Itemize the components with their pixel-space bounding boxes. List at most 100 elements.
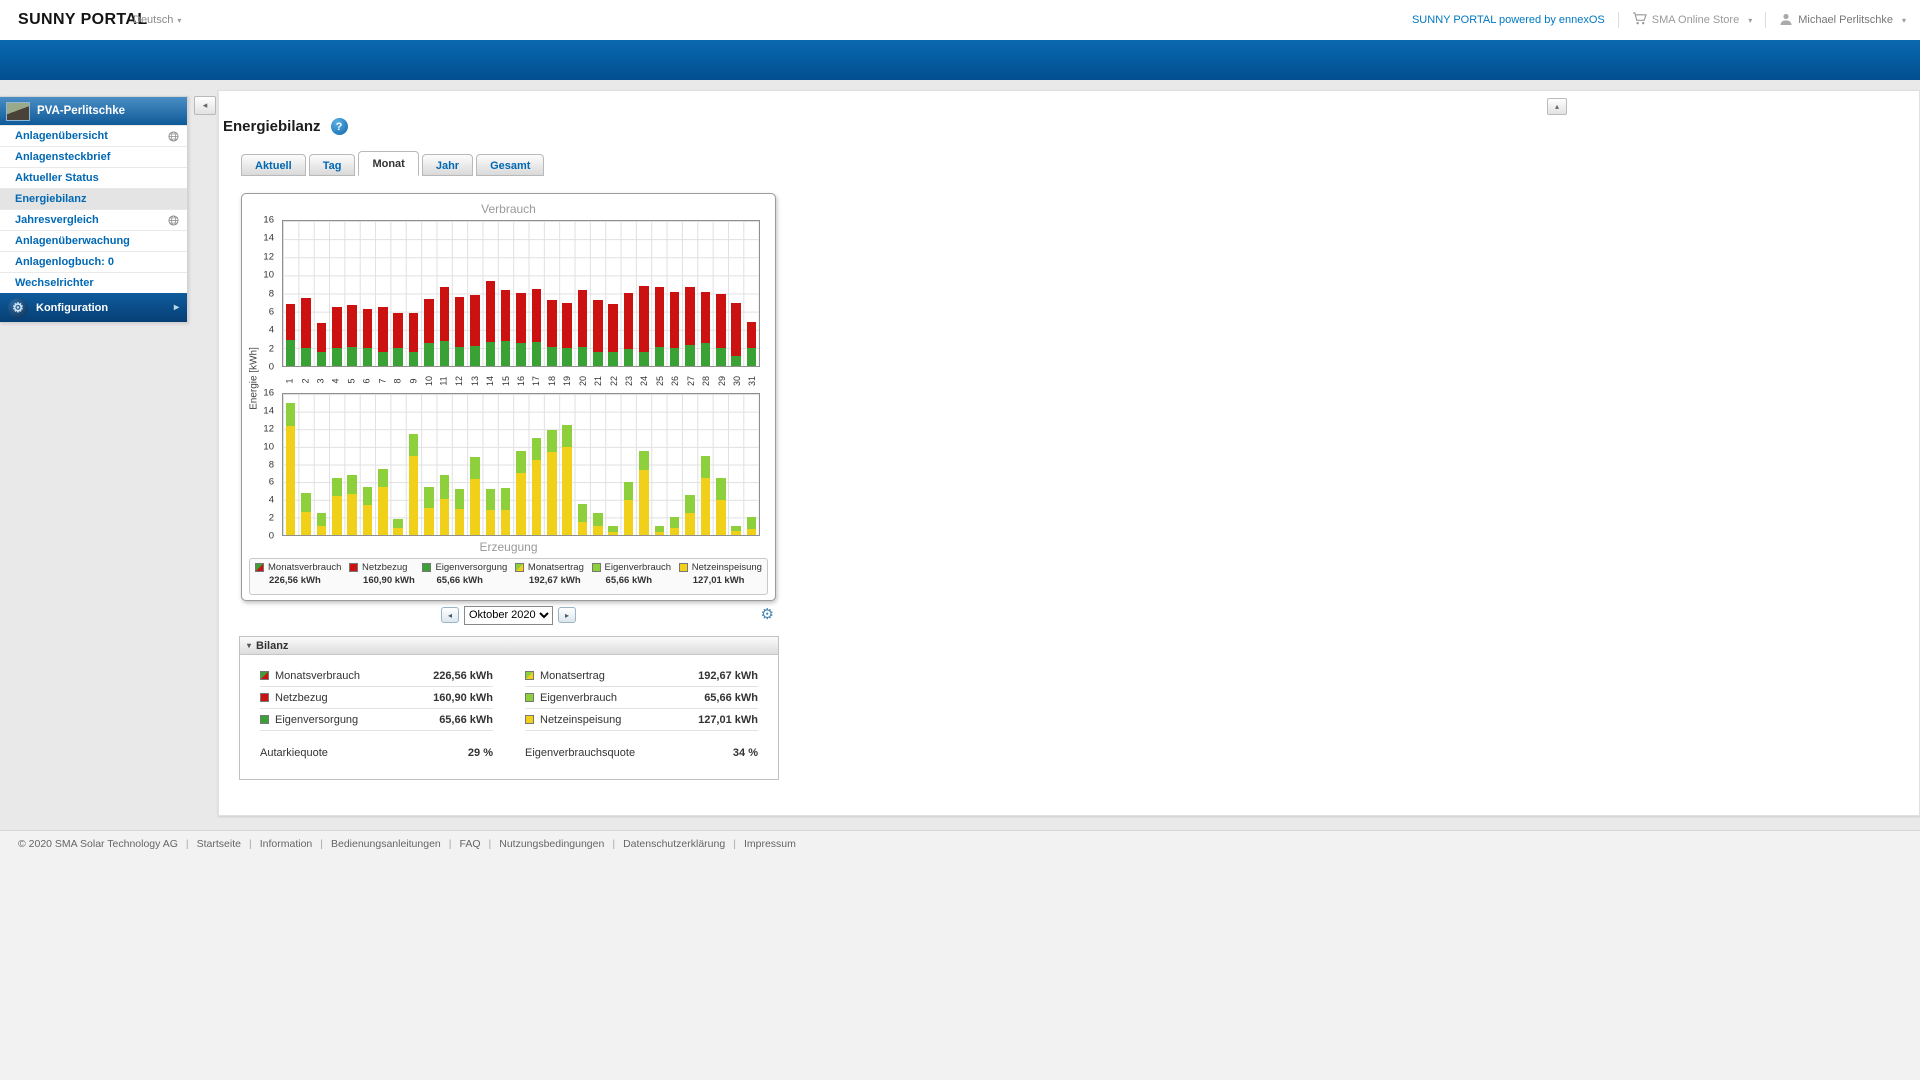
x-tick-label: 31 [747, 375, 758, 386]
period-tabs: Aktuell Tag Monat Jahr Gesamt [241, 143, 545, 176]
footer-link-information[interactable]: Information [260, 838, 313, 850]
x-tick-label: 6 [361, 377, 372, 384]
bar-segment-eigenversorgung [439, 340, 450, 366]
bar-segment-netzbezug [608, 304, 618, 353]
language-selector[interactable]: Deutsch ▾ [133, 0, 181, 41]
sidebar-menu: Anlagenübersicht Anlagensteckbrief Aktuell… [0, 125, 187, 293]
tab-gesamt[interactable]: Gesamt [476, 154, 545, 176]
bar-day-11 [437, 394, 452, 535]
sidebar-item-label: Anlagensteckbrief [15, 151, 111, 163]
month-select[interactable]: Oktober 2020 [464, 605, 553, 625]
sidebar-item-jahresvergleich[interactable]: Jahresvergleich [0, 209, 187, 230]
bar-day-30 [728, 221, 743, 366]
next-month-button[interactable]: ▸ [558, 607, 576, 623]
bar-segment-eigenverbrauch [715, 477, 726, 500]
bilanz-label: Monatsertrag [540, 669, 605, 682]
footer-link-bedienungsanleitungen[interactable]: Bedienungsanleitungen [331, 838, 441, 850]
bilanz-quote-autarkiequote: Autarkiequote 29 % [260, 743, 493, 763]
collapse-triangle-icon: ▾ [247, 641, 252, 650]
sidebar-collapse-button[interactable]: ◂ [194, 96, 216, 115]
user-menu[interactable]: Michael Perlitschke ▾ [1779, 12, 1906, 29]
x-tick-label: 16 [516, 375, 527, 386]
sidebar-item-anlagen-bersicht[interactable]: Anlagenübersicht [0, 125, 187, 146]
user-icon [1779, 12, 1793, 29]
legend-name: Netzbezug [362, 562, 408, 573]
sidebar-item-energiebilanz[interactable]: Energiebilanz [0, 188, 187, 209]
bar-segment-netzeinspeisung [593, 526, 603, 535]
help-icon[interactable]: ? [330, 118, 348, 135]
scroll-top-button[interactable]: ▴ [1547, 98, 1567, 115]
bilanz-left-column: Monatsverbrauch 226,56 kWh Netzbezug 160,90… [260, 665, 493, 763]
bar-day-2 [298, 394, 313, 535]
previous-month-button[interactable]: ◂ [441, 607, 459, 623]
page-title: Energiebilanz [223, 118, 321, 135]
bilanz-value: 160,90 kWh [433, 691, 493, 704]
divider [1765, 12, 1767, 28]
globe-icon [168, 214, 179, 226]
bar-segment-netzbezug [393, 312, 403, 348]
sidebar-item-label: Anlagenüberwachung [15, 235, 130, 247]
bar-segment-eigenversorgung [485, 342, 496, 366]
bar-segment-netzeinspeisung [516, 473, 526, 535]
footer-separator: | [448, 838, 452, 850]
x-tick-label: 4 [330, 377, 341, 384]
sidebar-item-aktueller-status[interactable]: Aktueller Status [0, 167, 187, 188]
footer-link-faq[interactable]: FAQ [459, 838, 480, 850]
sidebar-item-wechselrichter[interactable]: Wechselrichter [0, 272, 187, 293]
sidebar-item-anlagenlogbuch-0[interactable]: Anlagenlogbuch: 0 [0, 251, 187, 272]
cart-icon [1632, 12, 1647, 28]
plant-name-label: PVA-Perlitschke [37, 105, 125, 117]
bar-segment-netzeinspeisung [301, 512, 311, 535]
bilanz-label: Netzbezug [275, 691, 328, 704]
sidebar-item-anlagensteckbrief[interactable]: Anlagensteckbrief [0, 146, 187, 167]
x-tick-label: 23 [623, 375, 634, 386]
bar-segment-netzeinspeisung [731, 530, 741, 535]
x-tick-label: 26 [670, 375, 681, 386]
bar-segment-netzeinspeisung [362, 505, 373, 535]
verbrauch-chart-title: Verbrauch [481, 202, 536, 216]
chart-settings-icon[interactable]: ⚙ [761, 605, 774, 625]
bar-segment-netzbezug [362, 308, 373, 348]
footer-separator: | [612, 838, 616, 850]
bar-segment-netzeinspeisung [715, 499, 726, 535]
tab-tag[interactable]: Tag [308, 154, 356, 176]
eigenverbrauch-swatch-icon [591, 563, 601, 572]
ennexos-link[interactable]: SUNNY PORTAL powered by ennexOS [1412, 14, 1605, 26]
sidebar-item-anlagen-berwachung[interactable]: Anlagenüberwachung [0, 230, 187, 251]
bar-segment-netzbezug [700, 291, 711, 344]
bilanz-header[interactable]: ▾ Bilanz [240, 637, 778, 655]
bar-day-29 [713, 394, 728, 535]
bar-segment-eigenverbrauch [285, 402, 296, 426]
bar-day-22 [606, 394, 621, 535]
bar-segment-eigenversorgung [715, 347, 726, 366]
bar-day-28 [698, 394, 713, 535]
bar-segment-netzeinspeisung [285, 425, 296, 535]
tab-monat[interactable]: Monat [358, 151, 419, 176]
y-tick-label: 12 [263, 251, 274, 263]
legend-value: 65,66 kWh [436, 575, 483, 586]
plant-header[interactable]: PVA-Perlitschke [0, 97, 187, 125]
sunny-portal-logo[interactable]: SUNNY PORTAL [18, 0, 148, 40]
footer-link-startseite[interactable]: Startseite [197, 838, 241, 850]
bar-day-16 [513, 221, 528, 366]
bar-segment-netzeinspeisung [378, 487, 388, 535]
bar-segment-netzeinspeisung [685, 512, 695, 535]
bar-segment-netzeinspeisung [623, 499, 634, 535]
tab-aktuell[interactable]: Aktuell [241, 154, 306, 176]
footer-link-impressum[interactable]: Impressum [744, 838, 796, 850]
bar-segment-eigenversorgung [516, 343, 526, 366]
footer-separator: | [733, 838, 736, 850]
tab-jahr[interactable]: Jahr [421, 154, 474, 176]
bar-segment-netzeinspeisung [531, 460, 542, 535]
sidebar-item-konfiguration[interactable]: ⚙ Konfiguration ▸ [0, 293, 187, 322]
bar-segment-netzbezug [285, 304, 296, 340]
sma-online-store-menu[interactable]: SMA Online Store ▾ [1632, 12, 1752, 28]
y-axis-verbrauch: 16 14 12 10 8 6 4 2 0 [242, 215, 278, 373]
footer-separator: | [320, 838, 323, 850]
main-content: ▴ Energiebilanz ? Aktuell Tag Monat Jahr Ges… [218, 90, 1920, 816]
globe-icon [168, 130, 179, 142]
footer-link-nutzungsbedingungen[interactable]: Nutzungsbedingungen [499, 838, 604, 850]
footer-link-datenschutzerkl-rung[interactable]: Datenschutzerklärung [623, 838, 725, 850]
bar-day-13 [467, 394, 482, 535]
bar-segment-netzbezug [654, 287, 665, 347]
